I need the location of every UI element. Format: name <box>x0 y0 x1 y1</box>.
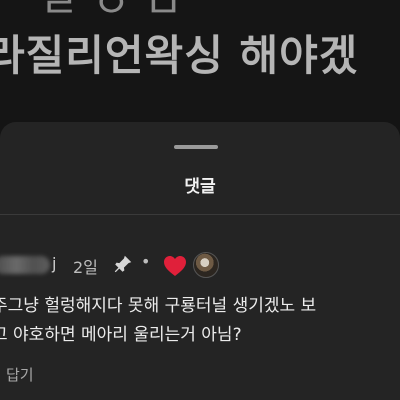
video-frame[interactable]: ㄹ ㅇ ㅁ 라질리언왁싱 해야겠 <box>0 0 400 120</box>
comments-sheet: 댓글 j 2일 • 주그냥 헐렁해지다 못해 구룡터널 생기겠노 보 고 야호하… <box>0 122 400 400</box>
screen: ㄹ ㅇ ㅁ 라질리언왁싱 해야겠 댓글 j 2일 • 주그냥 헐렁해지다 못해 … <box>0 0 400 400</box>
video-caption: 라질리언왁싱 해야겠 <box>0 31 359 80</box>
comments-title: 댓글 <box>184 177 216 197</box>
comment-line: 고 야호하면 메아리 울리는거 아님? <box>0 325 242 345</box>
username-visible[interactable]: j <box>52 254 56 273</box>
comment-line: 주그냥 헐렁해지다 못해 구룡터널 생기겠노 보 <box>0 296 317 316</box>
comment-header: j 2일 • <box>0 250 400 280</box>
heart-icon[interactable] <box>163 255 187 277</box>
creator-avatar <box>193 252 219 278</box>
comment-time: 2일 <box>73 258 98 277</box>
meta-separator: • <box>141 252 151 271</box>
pin-icon <box>114 255 132 273</box>
comment-text: 주그냥 헐렁해지다 못해 구룡터널 생기겠노 보 고 야호하면 메아리 울리는거… <box>0 292 400 350</box>
username-redacted[interactable] <box>0 256 50 274</box>
reply-button[interactable]: 답기 <box>6 364 34 385</box>
divider <box>0 214 400 215</box>
sheet-drag-handle[interactable] <box>174 145 218 149</box>
